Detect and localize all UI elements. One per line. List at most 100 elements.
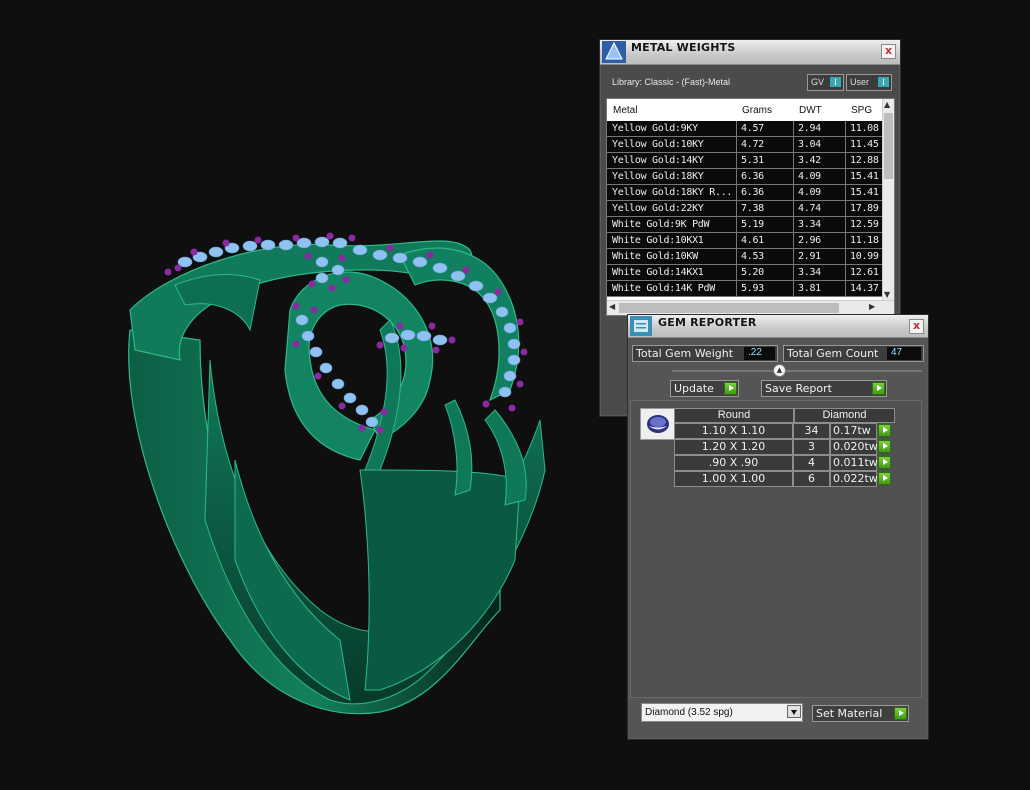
table-row[interactable]: Yellow Gold:18KY 6.36 4.09 15.41 (607, 169, 883, 185)
table-cell: 4.53 (741, 251, 764, 262)
table-cell: 3 (793, 439, 830, 455)
gem-reporter-logo-icon (630, 316, 652, 336)
table-cell: 6.36 (741, 171, 764, 182)
table-cell: 4.72 (741, 139, 764, 150)
vertical-scrollbar[interactable]: ▲ ▼ (882, 99, 894, 300)
table-cell: 11.45 (850, 139, 879, 150)
table-row[interactable]: Yellow Gold:18KY R... 6.36 4.09 15.41 (607, 185, 883, 201)
slider-handle[interactable]: ▲ (773, 364, 786, 377)
play-arrow-icon[interactable] (878, 424, 891, 437)
table-row[interactable]: White Gold:14KX1 5.20 3.34 12.61 (607, 265, 883, 281)
horizontal-scrollbar[interactable]: ◀ ▶ (607, 300, 894, 315)
table-cell: 14.37 (850, 283, 879, 294)
column-divider (845, 233, 846, 249)
table-cell: 15.41 (850, 171, 879, 182)
table-cell: 0.022tw (830, 471, 878, 487)
material-select-value: Diamond (3.52 spg) (645, 707, 733, 718)
table-cell: 3.34 (798, 267, 821, 278)
table-cell: Yellow Gold:9KY (612, 123, 698, 134)
set-material-button[interactable]: Set Material (812, 705, 909, 722)
play-arrow-icon[interactable] (878, 456, 891, 469)
column-divider (736, 233, 737, 249)
gv-toggle[interactable]: GV (807, 74, 844, 91)
table-row[interactable]: Yellow Gold:22KY 7.38 4.74 17.89 (607, 201, 883, 217)
material-select[interactable]: Diamond (3.52 spg) (641, 703, 803, 722)
table-row[interactable]: White Gold:14K PdW 5.93 3.81 14.37 (607, 281, 883, 297)
scroll-thumb[interactable] (619, 303, 839, 313)
table-cell: 1.00 X 1.00 (674, 471, 793, 487)
table-cell: 3.04 (798, 139, 821, 150)
scroll-right-icon[interactable]: ▶ (869, 302, 875, 311)
round-diamond-thumbnail[interactable] (640, 408, 676, 440)
table-row[interactable]: White Gold:10KW 4.53 2.91 10.99 (607, 249, 883, 265)
table-cell: 6 (793, 471, 830, 487)
metal-table-header: Metal Grams DWT SPG (607, 99, 883, 121)
metal-weights-titlebar[interactable]: METAL WEIGHTS x (600, 40, 900, 65)
total-gem-count-label: Total Gem Count (787, 347, 879, 360)
column-divider (845, 137, 846, 153)
play-arrow-icon[interactable] (878, 472, 891, 485)
update-button[interactable]: Update (670, 380, 739, 397)
table-cell: 0.17tw (830, 423, 877, 439)
metal-table[interactable]: Metal Grams DWT SPG Yellow Gold:9KY 4.57 2… (606, 98, 895, 316)
table-cell: .90 X .90 (674, 455, 793, 471)
total-gem-weight: Total Gem Weight .22 (632, 345, 778, 362)
column-divider (736, 265, 737, 281)
scroll-down-icon[interactable]: ▼ (884, 290, 890, 299)
slider-track[interactable] (672, 370, 922, 372)
table-row[interactable]: Yellow Gold:9KY 4.57 2.94 11.08 (607, 121, 883, 137)
table-cell: 2.91 (798, 251, 821, 262)
table-cell: 2.94 (798, 123, 821, 134)
table-row[interactable]: Yellow Gold:14KY 5.31 3.42 12.88 (607, 153, 883, 169)
gem-header-shape: Round (674, 408, 794, 423)
scroll-thumb[interactable] (884, 113, 893, 179)
table-cell: 5.93 (741, 283, 764, 294)
column-divider (793, 121, 794, 137)
col-metal[interactable]: Metal (613, 105, 637, 116)
column-divider (736, 137, 737, 153)
metal-table-body: Yellow Gold:9KY 4.57 2.94 11.08 Yellow Gold… (607, 121, 883, 297)
table-cell: 3.34 (798, 219, 821, 230)
user-toggle-label: User (850, 77, 870, 87)
total-gem-count-value: 47 (887, 347, 921, 360)
table-cell: Yellow Gold:22KY (612, 203, 704, 214)
column-divider (736, 281, 737, 297)
total-gem-count: Total Gem Count 47 (783, 345, 924, 362)
table-cell: White Gold:10KX1 (612, 235, 704, 246)
table-row[interactable]: White Gold:9K PdW 5.19 3.34 12.59 (607, 217, 883, 233)
scroll-up-icon[interactable]: ▲ (884, 100, 890, 109)
table-cell: Yellow Gold:18KY R... (612, 187, 733, 198)
col-dwt[interactable]: DWT (799, 105, 822, 116)
user-toggle[interactable]: User (846, 74, 892, 91)
close-icon[interactable]: x (881, 44, 896, 59)
table-row[interactable]: White Gold:10KX1 4.61 2.96 11.18 (607, 233, 883, 249)
chevron-down-icon[interactable] (787, 705, 801, 718)
col-spg[interactable]: SPG (851, 105, 872, 116)
column-divider (845, 217, 846, 233)
save-report-button[interactable]: Save Report (761, 380, 887, 397)
table-cell: White Gold:10KW (612, 251, 698, 262)
table-cell: Yellow Gold:10KY (612, 139, 704, 150)
gem-header-material: Diamond (794, 408, 895, 423)
scroll-left-icon[interactable]: ◀ (609, 302, 615, 311)
round-gem-icon (647, 415, 669, 433)
table-cell: 7.38 (741, 203, 764, 214)
table-cell: White Gold:9K PdW (612, 219, 710, 230)
play-arrow-icon[interactable] (878, 440, 891, 453)
gem-reporter-panel: GEM REPORTER x Total Gem Weight .22 Tota… (627, 314, 929, 740)
col-grams[interactable]: Grams (742, 105, 772, 116)
table-row[interactable]: Yellow Gold:10KY 4.72 3.04 11.45 (607, 137, 883, 153)
column-divider (845, 249, 846, 265)
column-divider (736, 185, 737, 201)
column-divider (736, 169, 737, 185)
close-icon[interactable]: x (909, 319, 924, 334)
total-gem-weight-value: .22 (744, 347, 775, 360)
gem-reporter-titlebar[interactable]: GEM REPORTER x (628, 315, 928, 338)
table-cell: 11.18 (850, 235, 879, 246)
table-cell: 5.20 (741, 267, 764, 278)
column-divider (736, 121, 737, 137)
column-divider (793, 137, 794, 153)
toggle-switch-icon (830, 77, 841, 87)
table-cell: Yellow Gold:18KY (612, 171, 704, 182)
column-divider (845, 201, 846, 217)
